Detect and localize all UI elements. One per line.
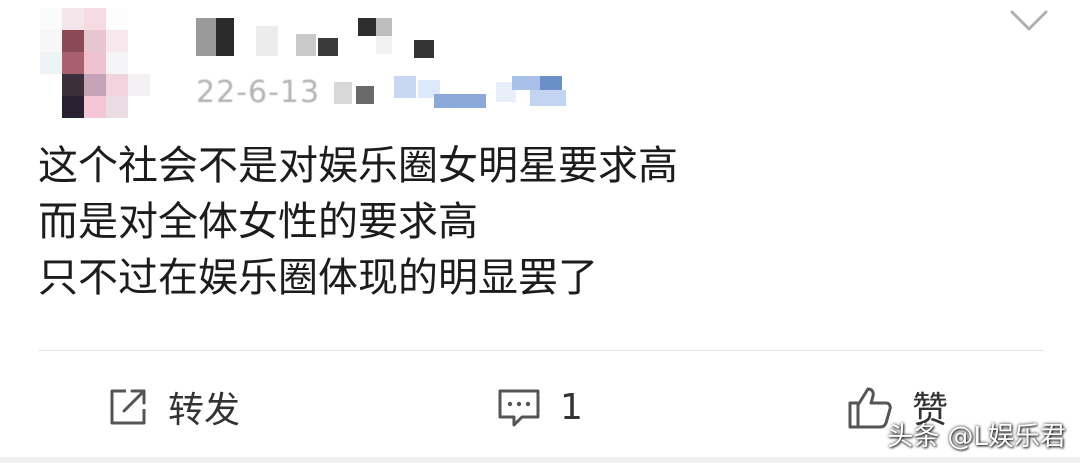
divider [38,350,1044,351]
repost-icon [106,385,150,429]
repost-label: 转发 [168,390,241,431]
post-content: 这个社会不是对娱乐圈女明星要求高 而是对全体女性的要求高 只不过在娱乐圈体现的明… [38,138,1038,306]
comment-count: 1 [560,386,583,428]
post-text-line: 这个社会不是对娱乐圈女明星要求高 [38,143,678,189]
repost-button[interactable]: 转发 [106,372,240,442]
weibo-post-card: 22-6-13 这个社会不是对娱乐圈女明星要求高 而是对全体女性的要求高 只不过… [0,0,1080,463]
post-text-line: 只不过在娱乐圈体现的明显罢了 [38,255,598,301]
post-source [334,72,664,112]
post-meta: 22-6-13 [196,72,664,112]
post-text-line: 而是对全体女性的要求高 [38,199,478,245]
watermark: 头条 @L娱乐君 [887,422,1066,452]
chevron-down-icon[interactable] [1008,6,1050,36]
post-date: 22-6-13 [196,74,321,110]
comment-icon [496,385,542,429]
avatar[interactable] [40,8,172,118]
username[interactable] [196,18,456,58]
bottom-strip [0,457,1080,463]
comment-button[interactable]: 1 [496,372,583,442]
